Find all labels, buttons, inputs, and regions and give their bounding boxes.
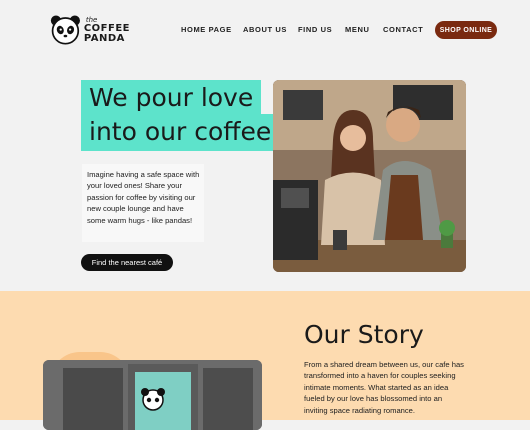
brand-coffee: COFFEE (83, 22, 130, 34)
hero-title-line-2: into our coffee (81, 114, 278, 151)
couple-barista-image (273, 80, 466, 272)
nav-home-page[interactable]: HOME PAGE (181, 25, 232, 34)
hero-paragraph: Imagine having a safe space with your lo… (82, 164, 204, 242)
nav-find-us[interactable]: FIND US (298, 25, 332, 34)
nav-contact[interactable]: CONTACT (383, 25, 423, 34)
nav-menu[interactable]: MENU (345, 25, 369, 34)
hero-title-line-1: We pour love (81, 80, 262, 117)
find-nearest-cafe-button[interactable]: Find the nearest café (81, 254, 173, 271)
hero-couple-photo (273, 80, 466, 272)
nav-about-us[interactable]: ABOUT US (243, 25, 287, 34)
brand-wordmark: the COFFEE PANDA (83, 16, 130, 44)
panda-logo-icon (50, 15, 80, 45)
shop-online-button[interactable]: SHOP ONLINE (435, 21, 497, 39)
story-paragraph: From a shared dream between us, our cafe… (304, 360, 464, 415)
brand-panda: PANDA (83, 32, 125, 44)
story-title: Our Story (304, 320, 424, 349)
brand-logo[interactable]: the COFFEE PANDA (50, 10, 130, 50)
site-header: the COFFEE PANDA HOME PAGE ABOUT US FIND… (0, 0, 530, 60)
